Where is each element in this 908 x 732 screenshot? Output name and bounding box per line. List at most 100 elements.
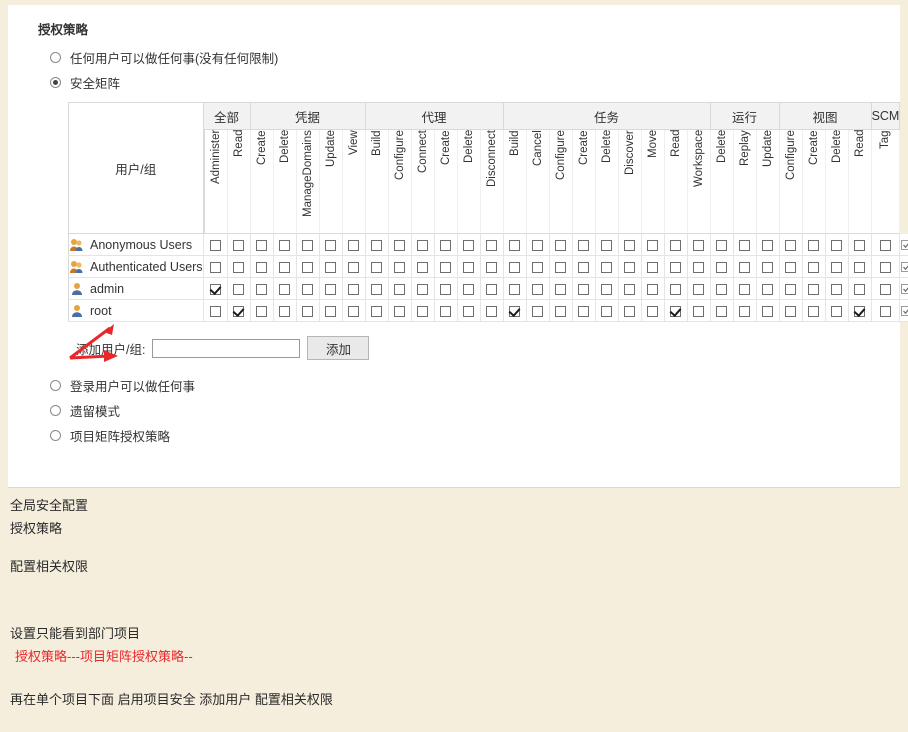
permission-cell[interactable] xyxy=(618,278,642,300)
permission-cell[interactable] xyxy=(273,278,297,300)
permission-cell[interactable] xyxy=(802,256,826,278)
permission-checkbox[interactable] xyxy=(209,261,221,273)
permission-checkbox[interactable] xyxy=(762,283,774,295)
permission-checkbox[interactable] xyxy=(578,305,590,317)
permission-cell[interactable] xyxy=(595,234,619,256)
permission-checkbox[interactable] xyxy=(348,261,360,273)
permission-cell[interactable] xyxy=(203,278,228,300)
permission-checkbox[interactable] xyxy=(831,261,843,273)
permission-checkbox[interactable] xyxy=(854,305,866,317)
permission-checkbox[interactable] xyxy=(879,283,891,295)
permission-cell[interactable] xyxy=(342,256,366,278)
permission-checkbox[interactable] xyxy=(739,261,751,273)
permission-cell[interactable] xyxy=(802,300,826,322)
permission-checkbox[interactable] xyxy=(532,261,544,273)
permission-checkbox[interactable] xyxy=(509,305,521,317)
permission-cell[interactable] xyxy=(503,234,527,256)
permission-cell[interactable] xyxy=(434,234,458,256)
permission-checkbox[interactable] xyxy=(647,261,659,273)
permission-cell[interactable] xyxy=(733,256,757,278)
permission-cell[interactable] xyxy=(687,300,711,322)
permission-checkbox[interactable] xyxy=(279,261,291,273)
permission-checkbox[interactable] xyxy=(371,239,383,251)
permission-cell[interactable] xyxy=(411,278,435,300)
permission-checkbox[interactable] xyxy=(417,261,429,273)
permission-checkbox[interactable] xyxy=(486,261,498,273)
permission-cell[interactable] xyxy=(273,300,297,322)
permission-checkbox[interactable] xyxy=(693,305,705,317)
permission-checkbox[interactable] xyxy=(670,283,682,295)
permission-cell[interactable] xyxy=(526,234,550,256)
permission-cell[interactable] xyxy=(572,278,596,300)
permission-cell[interactable] xyxy=(365,234,389,256)
permission-cell[interactable] xyxy=(733,278,757,300)
permission-checkbox[interactable] xyxy=(739,239,751,251)
permission-checkbox[interactable] xyxy=(854,239,866,251)
authorization-strategy-option-1[interactable]: 安全矩阵 xyxy=(50,73,900,92)
permission-checkbox[interactable] xyxy=(233,261,245,273)
permission-cell[interactable] xyxy=(641,256,665,278)
permission-checkbox[interactable] xyxy=(394,261,406,273)
permission-checkbox[interactable] xyxy=(371,261,383,273)
permission-cell[interactable] xyxy=(457,234,481,256)
permission-checkbox[interactable] xyxy=(256,283,268,295)
permission-checkbox[interactable] xyxy=(417,283,429,295)
permission-checkbox[interactable] xyxy=(785,261,797,273)
radio-button[interactable] xyxy=(50,52,61,63)
permission-checkbox[interactable] xyxy=(440,261,452,273)
permission-checkbox[interactable] xyxy=(601,283,613,295)
permission-cell[interactable] xyxy=(664,278,688,300)
permission-cell[interactable] xyxy=(687,256,711,278)
permission-cell[interactable] xyxy=(756,256,780,278)
permission-checkbox[interactable] xyxy=(209,239,221,251)
permission-cell[interactable] xyxy=(365,256,389,278)
permission-checkbox[interactable] xyxy=(209,283,221,295)
permission-checkbox[interactable] xyxy=(417,239,429,251)
permission-checkbox[interactable] xyxy=(762,239,774,251)
permission-cell[interactable] xyxy=(365,300,389,322)
select-all-icon[interactable] xyxy=(900,304,908,318)
permission-cell[interactable] xyxy=(319,278,343,300)
permission-cell[interactable] xyxy=(365,278,389,300)
permission-cell[interactable] xyxy=(388,300,412,322)
permission-cell[interactable] xyxy=(687,278,711,300)
permission-checkbox[interactable] xyxy=(578,239,590,251)
permission-cell[interactable] xyxy=(641,234,665,256)
permission-checkbox[interactable] xyxy=(509,261,521,273)
permission-cell[interactable] xyxy=(825,300,849,322)
permission-checkbox[interactable] xyxy=(601,261,613,273)
authorization-strategy-alt-option-0[interactable]: 登录用户可以做任何事 xyxy=(50,376,900,395)
permission-checkbox[interactable] xyxy=(279,305,291,317)
permission-checkbox[interactable] xyxy=(693,239,705,251)
permission-checkbox[interactable] xyxy=(670,261,682,273)
permission-checkbox[interactable] xyxy=(394,239,406,251)
permission-cell[interactable] xyxy=(388,256,412,278)
permission-checkbox[interactable] xyxy=(716,239,728,251)
permission-checkbox[interactable] xyxy=(486,305,498,317)
permission-checkbox[interactable] xyxy=(302,261,314,273)
permission-checkbox[interactable] xyxy=(670,305,682,317)
permission-cell[interactable] xyxy=(203,300,228,322)
permission-checkbox[interactable] xyxy=(325,261,337,273)
permission-checkbox[interactable] xyxy=(325,305,337,317)
permission-cell[interactable] xyxy=(664,256,688,278)
permission-cell[interactable] xyxy=(848,256,872,278)
permission-cell[interactable] xyxy=(227,278,251,300)
permission-checkbox[interactable] xyxy=(693,283,705,295)
radio-button[interactable] xyxy=(50,380,61,391)
permission-checkbox[interactable] xyxy=(831,239,843,251)
permission-cell[interactable] xyxy=(664,300,688,322)
permission-cell[interactable] xyxy=(825,234,849,256)
permission-cell[interactable] xyxy=(296,234,320,256)
permission-cell[interactable] xyxy=(549,234,573,256)
permission-checkbox[interactable] xyxy=(879,261,891,273)
permission-cell[interactable] xyxy=(411,256,435,278)
permission-checkbox[interactable] xyxy=(279,283,291,295)
permission-checkbox[interactable] xyxy=(624,283,636,295)
permission-checkbox[interactable] xyxy=(555,305,567,317)
permission-checkbox[interactable] xyxy=(647,239,659,251)
permission-cell[interactable] xyxy=(618,234,642,256)
permission-checkbox[interactable] xyxy=(509,283,521,295)
permission-checkbox[interactable] xyxy=(854,261,866,273)
permission-checkbox[interactable] xyxy=(808,305,820,317)
